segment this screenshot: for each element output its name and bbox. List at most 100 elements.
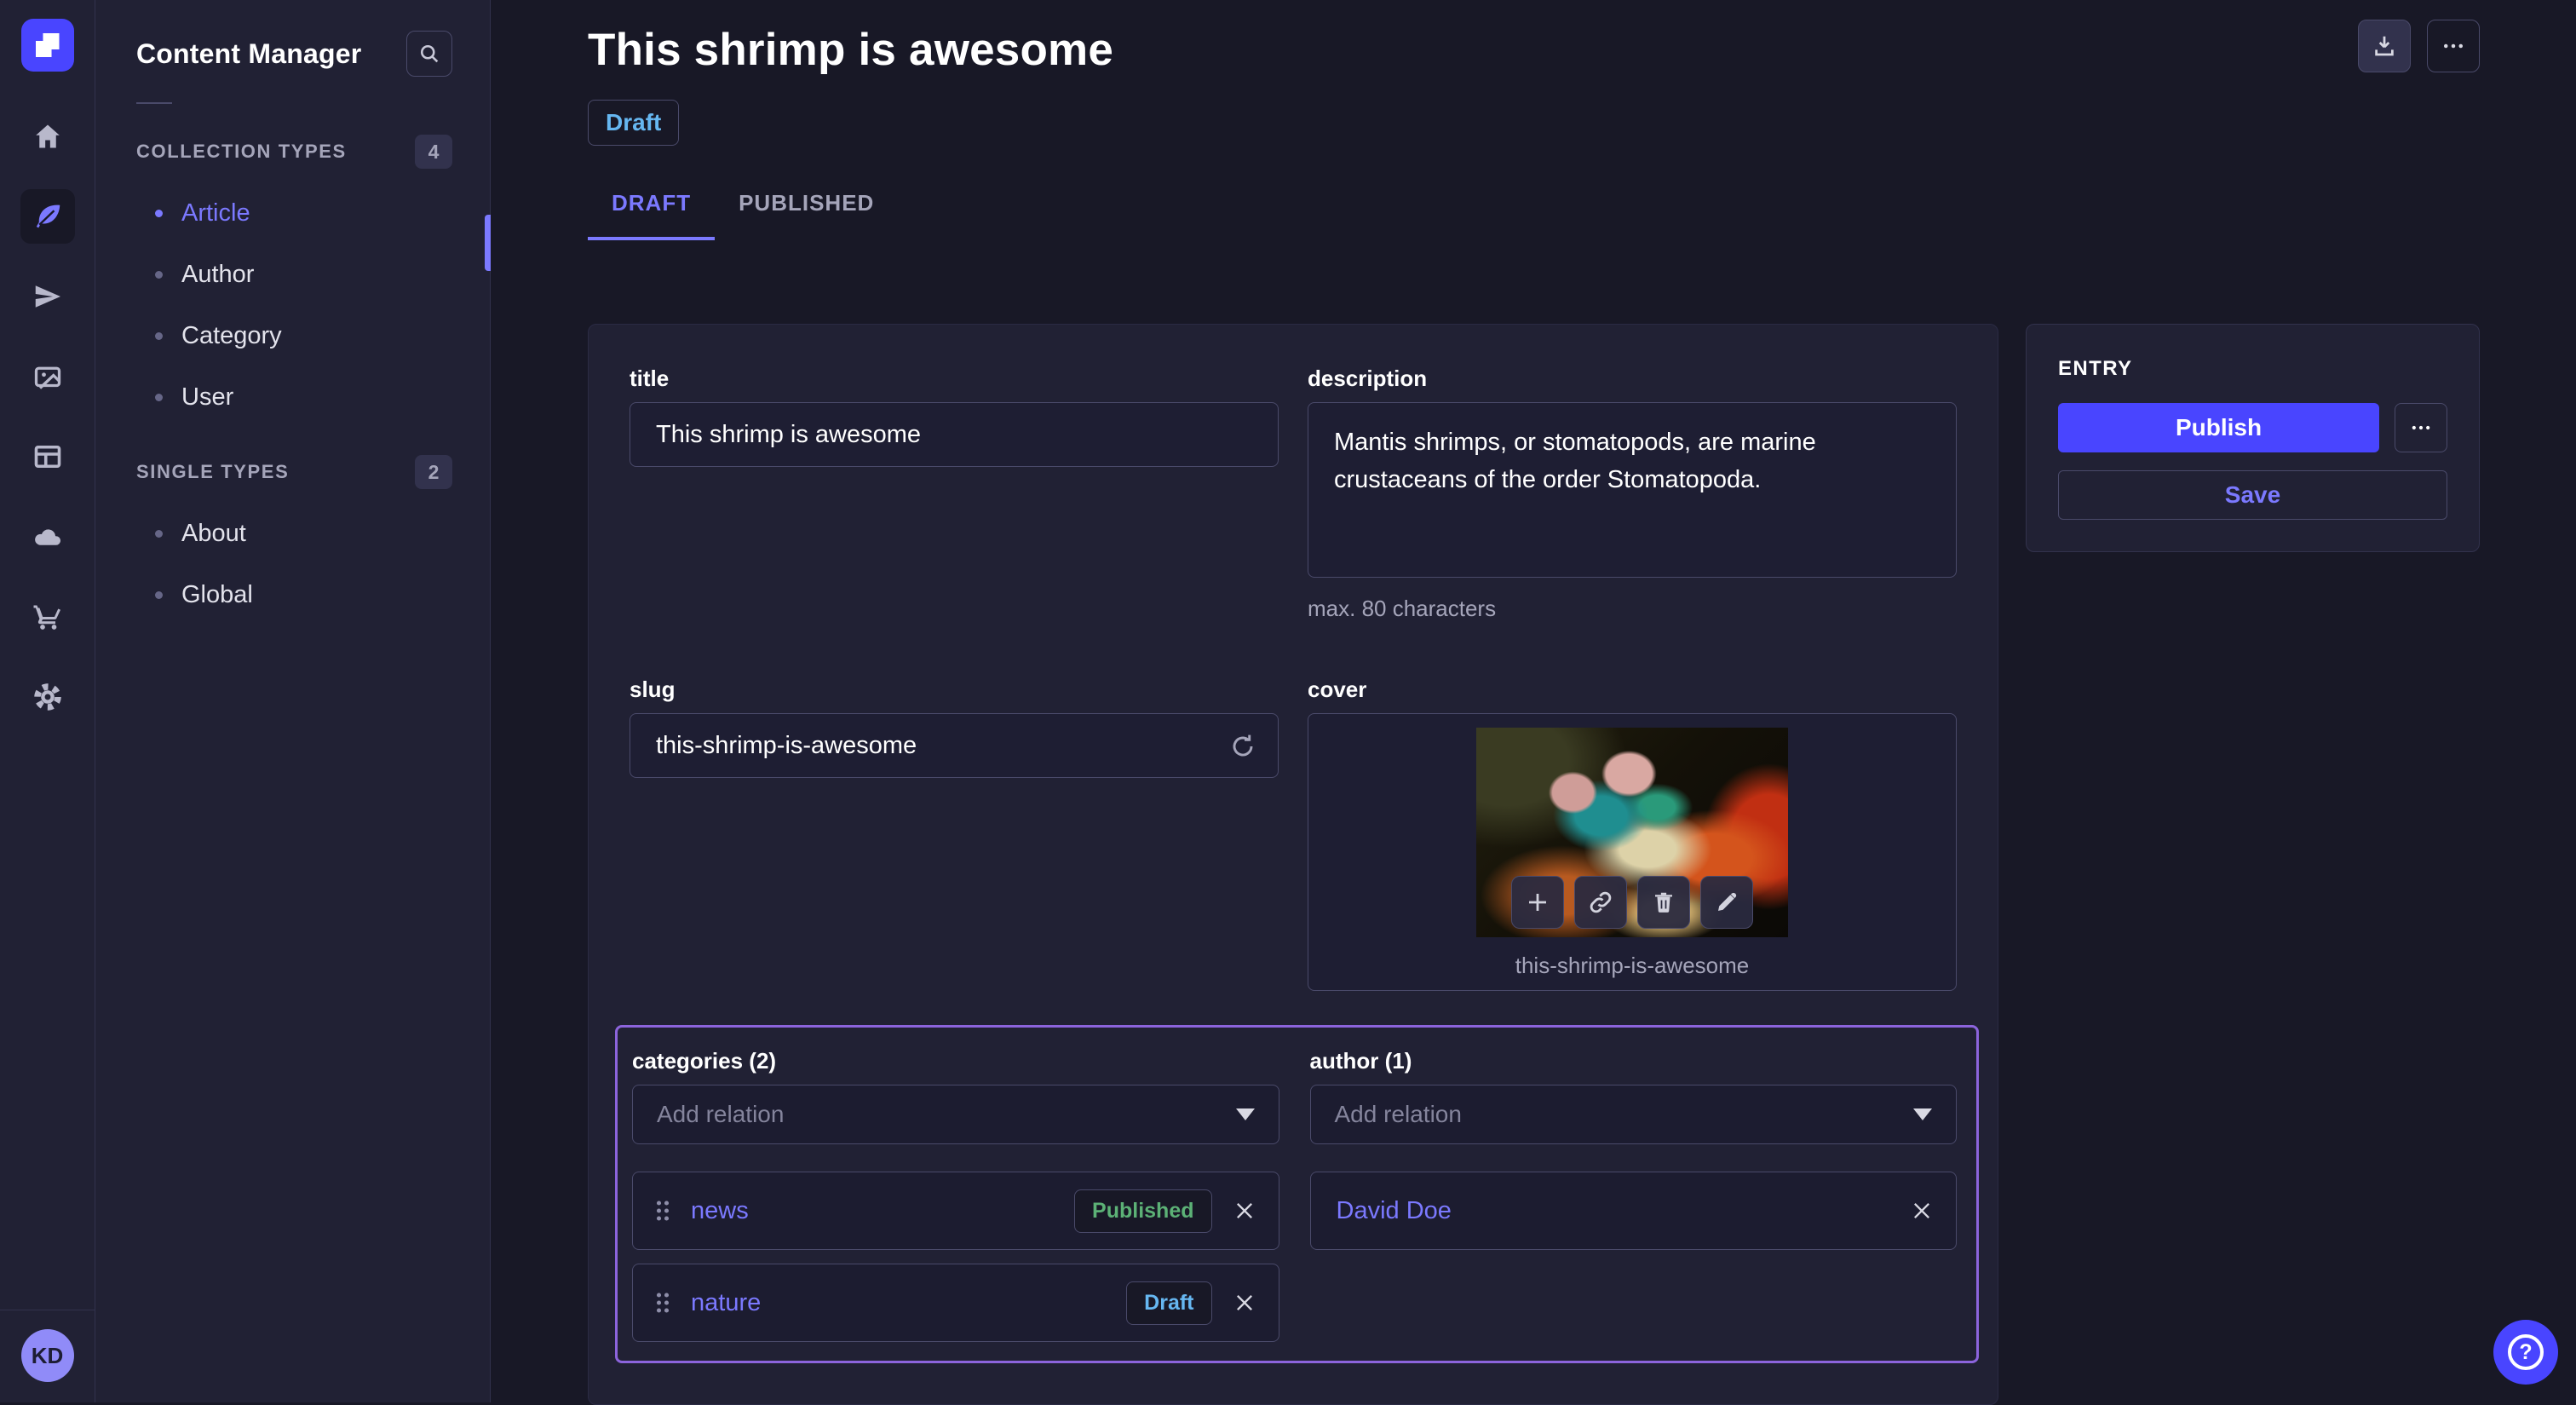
regenerate-icon[interactable] — [1229, 733, 1256, 760]
media-library-icon[interactable] — [20, 349, 75, 404]
description-label: description — [1308, 366, 1957, 392]
page-title: This shrimp is awesome — [588, 24, 2480, 76]
categories-field: categories (2) Add relation news Publish… — [632, 1048, 1279, 1342]
trash-icon — [1651, 890, 1676, 915]
title-label: title — [630, 366, 1279, 392]
cover-label: cover — [1308, 677, 1957, 703]
form-panel: title description Mantis shrimps, or sto… — [588, 324, 1998, 1405]
slug-input[interactable] — [630, 713, 1279, 778]
section-label-single-types: SINGLE TYPES — [136, 461, 289, 483]
copy-link-button[interactable] — [1574, 876, 1627, 929]
relation-link[interactable]: nature — [691, 1289, 761, 1317]
bullet-icon — [155, 530, 163, 538]
relation-link[interactable]: David Doe — [1337, 1197, 1452, 1225]
sidebar-item-user[interactable]: User — [136, 366, 452, 428]
close-icon — [1233, 1199, 1256, 1223]
bullet-icon — [155, 332, 163, 340]
export-button[interactable] — [2358, 20, 2411, 72]
description-textarea[interactable]: Mantis shrimps, or stomatopods, are mari… — [1308, 402, 1957, 578]
chevron-down-icon — [1236, 1108, 1255, 1120]
relation-item-news[interactable]: news Published — [632, 1172, 1279, 1250]
help-button[interactable]: ? — [2493, 1320, 2558, 1385]
bullet-icon — [155, 210, 163, 217]
cover-field: this-shrimp-is-awesome — [1308, 713, 1957, 991]
search-icon — [417, 42, 441, 66]
close-icon — [1910, 1199, 1934, 1223]
active-item-indicator — [485, 215, 491, 271]
bullet-icon — [155, 394, 163, 401]
marketplace-icon[interactable] — [20, 590, 75, 644]
save-button[interactable]: Save — [2058, 470, 2447, 520]
entry-panel-title: ENTRY — [2058, 357, 2447, 381]
sidebar-item-label: Category — [181, 322, 282, 350]
version-tabs: DRAFT PUBLISHED — [588, 190, 2480, 240]
settings-icon[interactable] — [20, 670, 75, 724]
sidebar-item-category[interactable]: Category — [136, 305, 452, 366]
cover-image — [1476, 728, 1788, 937]
remove-relation-button[interactable] — [1910, 1199, 1934, 1223]
author-label: author (1) — [1310, 1048, 1958, 1074]
link-icon — [1588, 890, 1613, 915]
layout-icon[interactable] — [20, 429, 75, 484]
relation-item-david-doe[interactable]: David Doe — [1310, 1172, 1958, 1250]
add-relation-placeholder: Add relation — [657, 1101, 784, 1128]
edit-media-button[interactable] — [1700, 876, 1753, 929]
chevron-down-icon — [1913, 1108, 1932, 1120]
sidebar-item-about[interactable]: About — [136, 503, 452, 564]
drag-handle-icon[interactable] — [655, 1290, 670, 1316]
relation-status-badge: Published — [1074, 1189, 1211, 1233]
edit-view: This shrimp is awesome Draft DRAFT PUBLI… — [491, 0, 2576, 1402]
pencil-icon — [1714, 890, 1739, 915]
close-icon — [1233, 1291, 1256, 1315]
bullet-icon — [155, 591, 163, 599]
author-field: author (1) Add relation David Doe — [1310, 1048, 1958, 1250]
ellipsis-icon — [2441, 33, 2466, 59]
home-icon[interactable] — [20, 109, 75, 164]
status-badge: Draft — [588, 100, 679, 146]
cover-caption: this-shrimp-is-awesome — [1515, 953, 1750, 979]
remove-relation-button[interactable] — [1233, 1199, 1256, 1223]
tab-published[interactable]: PUBLISHED — [715, 190, 898, 240]
cloud-icon[interactable] — [20, 510, 75, 564]
sidebar-item-label: User — [181, 383, 233, 412]
description-hint: max. 80 characters — [1308, 596, 1957, 622]
bullet-icon — [155, 271, 163, 279]
relation-status-badge: Draft — [1126, 1281, 1211, 1325]
title-input[interactable] — [630, 402, 1279, 467]
add-media-button[interactable] — [1511, 876, 1564, 929]
strapi-logo-glyph — [36, 33, 60, 57]
single-types-count-badge: 2 — [415, 455, 452, 489]
sidebar-item-label: About — [181, 520, 246, 548]
plus-icon — [1525, 890, 1550, 915]
sidebar-item-label: Author — [181, 261, 254, 289]
sidebar-item-global[interactable]: Global — [136, 564, 452, 625]
subnav-divider — [136, 102, 172, 104]
user-avatar[interactable]: KD — [21, 1329, 74, 1382]
question-icon: ? — [2508, 1334, 2544, 1370]
drag-handle-icon[interactable] — [655, 1198, 670, 1224]
sidebar-item-label: Global — [181, 581, 253, 609]
icon-rail: KD — [0, 0, 95, 1402]
add-relation-placeholder: Add relation — [1335, 1101, 1462, 1128]
header-more-button[interactable] — [2427, 20, 2480, 72]
categories-add-relation-select[interactable]: Add relation — [632, 1085, 1279, 1144]
slug-label: slug — [630, 677, 1279, 703]
remove-relation-button[interactable] — [1233, 1291, 1256, 1315]
strapi-logo[interactable] — [21, 19, 74, 72]
publish-button[interactable]: Publish — [2058, 403, 2379, 452]
sidebar-item-article[interactable]: Article — [136, 182, 452, 244]
author-add-relation-select[interactable]: Add relation — [1310, 1085, 1958, 1144]
download-icon — [2372, 33, 2397, 59]
tab-draft[interactable]: DRAFT — [588, 190, 715, 240]
send-icon[interactable] — [20, 269, 75, 324]
content-manager-subnav: Content Manager COLLECTION TYPES 4 Artic… — [95, 0, 491, 1402]
relation-item-nature[interactable]: nature Draft — [632, 1264, 1279, 1342]
content-manager-icon[interactable] — [20, 189, 75, 244]
categories-label: categories (2) — [632, 1048, 1279, 1074]
entry-more-button[interactable] — [2395, 403, 2447, 452]
subnav-title: Content Manager — [136, 38, 361, 70]
delete-media-button[interactable] — [1637, 876, 1690, 929]
relation-link[interactable]: news — [691, 1197, 749, 1225]
search-button[interactable] — [406, 31, 452, 77]
sidebar-item-author[interactable]: Author — [136, 244, 452, 305]
